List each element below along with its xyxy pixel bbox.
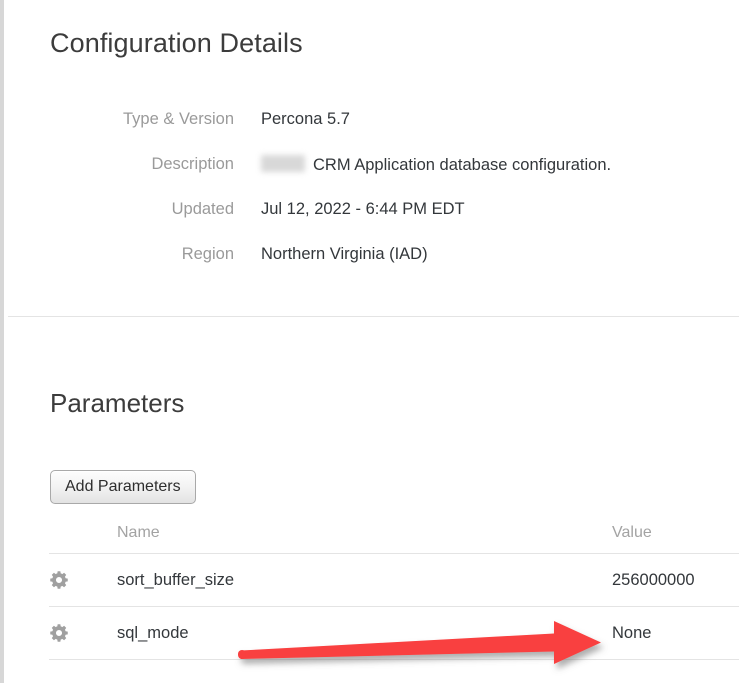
row-gear-cell[interactable] (49, 606, 117, 660)
gear-icon[interactable] (49, 623, 117, 643)
table-header-row: Name Value (49, 518, 739, 554)
column-header-name[interactable]: Name (117, 518, 612, 554)
detail-value-text: Northern Virginia (IAD) (261, 245, 428, 263)
parameter-value[interactable]: None (612, 606, 739, 660)
parameters-table-body: sort_buffer_size 256000000 sql_mode None (49, 553, 739, 660)
detail-value-text: CRM Application database configuration. (313, 156, 612, 174)
table-row[interactable]: sort_buffer_size 256000000 (49, 553, 739, 607)
parameter-name[interactable]: sql_mode (117, 606, 612, 660)
detail-value-text: Jul 12, 2022 - 6:44 PM EDT (261, 200, 465, 218)
detail-label-type-version: Type & Version (123, 110, 234, 128)
gear-icon[interactable] (49, 570, 117, 590)
detail-row: Type & Version Percona 5.7 (4, 108, 739, 153)
detail-value-region: Northern Virginia (IAD) (234, 243, 739, 265)
configuration-details-list: Type & Version Percona 5.7 Description C… (4, 108, 739, 288)
column-header-icon (49, 518, 117, 554)
table-row[interactable]: sql_mode None (49, 606, 739, 660)
row-gear-cell[interactable] (49, 553, 117, 607)
parameter-name[interactable]: sort_buffer_size (117, 553, 612, 607)
detail-row: Region Northern Virginia (IAD) (4, 243, 739, 288)
detail-value-updated: Jul 12, 2022 - 6:44 PM EDT (234, 198, 739, 220)
page-title: Configuration Details (50, 28, 303, 58)
detail-label-updated: Updated (171, 200, 234, 218)
detail-value-description: CRM Application database configuration. (234, 153, 739, 176)
detail-label-description: Description (151, 155, 234, 173)
detail-value-type-version: Percona 5.7 (234, 108, 739, 130)
detail-value-text: Percona 5.7 (261, 110, 350, 128)
parameters-table: Name Value sort_buffer_size 256000000 sq… (49, 518, 739, 660)
detail-row: Updated Jul 12, 2022 - 6:44 PM EDT (4, 198, 739, 243)
section-divider (8, 316, 739, 317)
add-parameters-button[interactable]: Add Parameters (50, 470, 196, 504)
parameter-value[interactable]: 256000000 (612, 553, 739, 607)
section-title-parameters: Parameters (50, 388, 185, 418)
detail-row: Description CRM Application database con… (4, 153, 739, 198)
parameters-table-head: Name Value (49, 518, 739, 554)
configuration-details-panel: Configuration Details Type & Version Per… (0, 0, 739, 683)
detail-label-region: Region (181, 245, 234, 263)
redacted-block-icon (261, 155, 305, 172)
column-header-value[interactable]: Value (612, 518, 739, 554)
